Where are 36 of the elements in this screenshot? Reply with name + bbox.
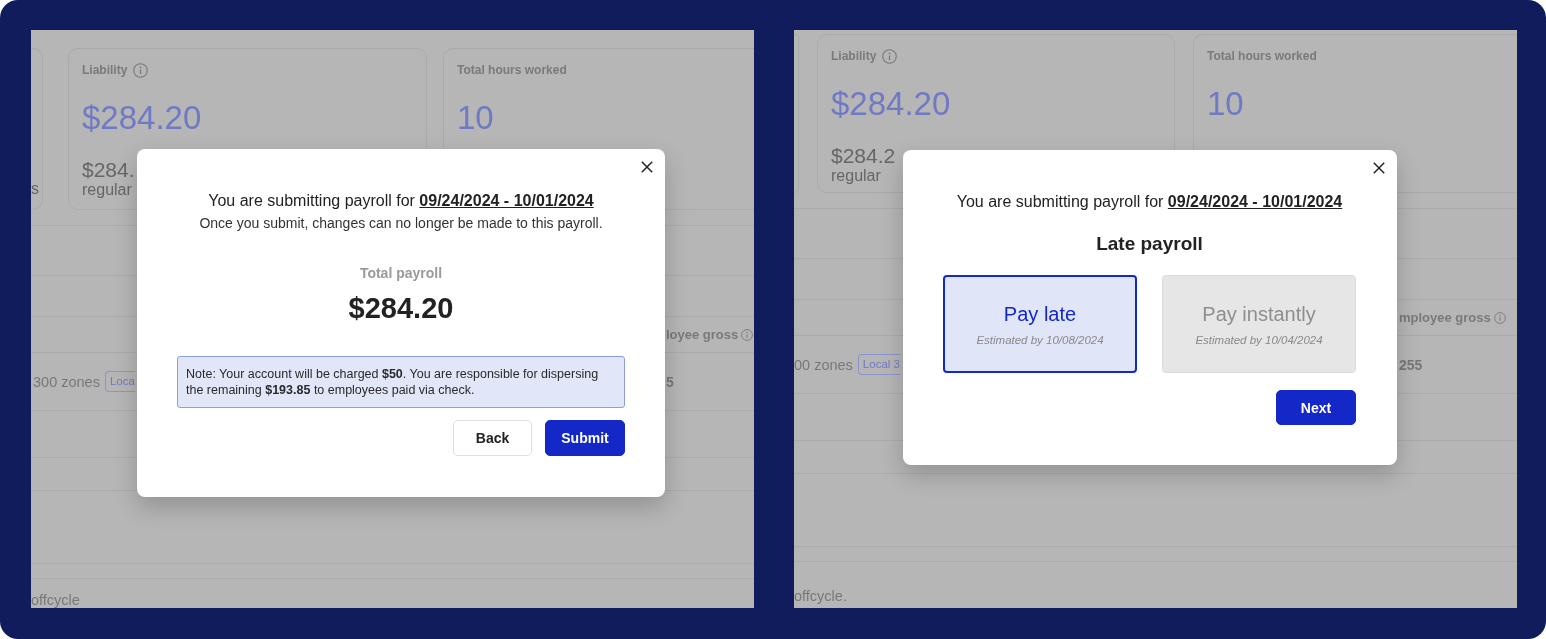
card-sub-value: $284.: [82, 159, 135, 181]
dialog-title: You are submitting payroll for 09/24/2024 - 10/01/2024: [207, 191, 595, 211]
location-tag: Local 3: [857, 354, 900, 375]
dialog-heading: Late payroll: [1095, 232, 1204, 256]
close-icon[interactable]: [641, 161, 653, 173]
card-sub-label: regular: [831, 167, 881, 185]
card-label: Total hours worked: [1207, 48, 1317, 64]
card-sub-label: s: [31, 180, 39, 198]
card-value: $284.20: [831, 84, 951, 124]
row-name: 300 zones: [33, 372, 100, 391]
footer-text: offcycle: [31, 592, 80, 608]
footer-text: offcycle.: [794, 588, 847, 604]
dialog-title: You are submitting payroll for 09/24/2024 - 10/01/2024: [955, 192, 1344, 212]
card-sub-label: regular: [82, 181, 132, 199]
card-label: Liability: [82, 62, 128, 78]
secondary-button[interactable]: Back: [453, 420, 532, 456]
column-header: loyee gross: [666, 326, 739, 343]
row-name: 00 zones: [794, 355, 853, 374]
primary-button[interactable]: Next: [1276, 390, 1356, 425]
dialog-subtitle: Once you submit, changes can no longer be made to this payroll.: [198, 214, 604, 232]
note-banner: Note: Your account will be charged $50. You are responsible for dispersing the remaining $193.85 to employees paid via check.: [177, 356, 625, 408]
primary-button[interactable]: Submit: [545, 420, 625, 456]
row-amount: 5: [666, 372, 674, 391]
card-value: 10: [457, 98, 494, 138]
location-tag: Loca: [104, 371, 135, 392]
row-amount: 255: [1399, 355, 1423, 374]
card-sub-value: $284.2: [831, 145, 896, 167]
card-value: $284.20: [82, 98, 202, 138]
payment-option[interactable]: Pay late Estimated by 10/08/2024: [943, 275, 1137, 373]
close-icon[interactable]: [1373, 162, 1385, 174]
total-value: $284.20: [347, 291, 455, 325]
card-value: 10: [1207, 84, 1244, 124]
card-label: Total hours worked: [457, 62, 567, 78]
column-header: mployee gross: [1399, 309, 1491, 326]
total-label: Total payroll: [358, 265, 444, 282]
card-label: Liability: [831, 48, 877, 64]
